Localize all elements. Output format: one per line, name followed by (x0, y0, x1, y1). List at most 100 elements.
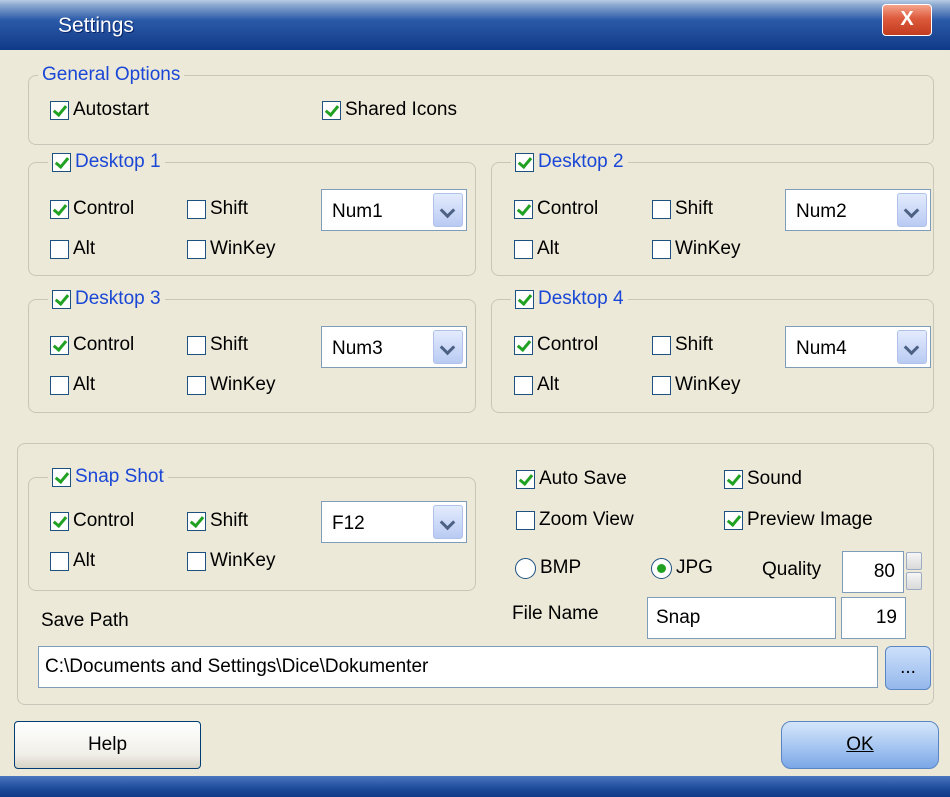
desktop-4-winkey-checkbox[interactable]: WinKey (652, 373, 740, 397)
snapshot-alt-checkbox[interactable]: Alt (50, 549, 95, 573)
desktop-1-legend[interactable]: Desktop 1 (48, 151, 165, 173)
chevron-down-icon[interactable] (897, 330, 927, 364)
alt-label: Alt (73, 374, 96, 395)
select-value: Num2 (796, 201, 847, 222)
chevron-down-icon[interactable] (433, 193, 463, 227)
select-value: F12 (332, 513, 365, 534)
checkbox-icon (187, 511, 206, 531)
help-button-label: Help (87, 734, 128, 755)
desktop-1-shift-checkbox[interactable]: Shift (187, 197, 248, 221)
desktop-1-key-select[interactable]: Num1 (321, 189, 467, 231)
save-path-input[interactable]: C:\Documents and Settings\Dice\Dokumente… (38, 646, 878, 688)
checkbox-icon (515, 289, 534, 309)
desktop-3-shift-checkbox[interactable]: Shift (187, 333, 248, 357)
control-label: Control (537, 198, 599, 219)
radio-icon (515, 557, 536, 579)
autostart-checkbox[interactable]: Autostart (50, 98, 149, 122)
file-counter-input[interactable]: 19 (841, 597, 906, 639)
desktop-4-label: Desktop 4 (538, 288, 624, 309)
control-label: Control (73, 510, 135, 531)
checkbox-icon (50, 100, 69, 120)
checkbox-icon (652, 239, 671, 259)
desktop-2-winkey-checkbox[interactable]: WinKey (652, 237, 740, 261)
select-value: Num4 (796, 338, 847, 359)
desktop-3-control-checkbox[interactable]: Control (50, 333, 134, 357)
checkbox-icon (652, 335, 671, 355)
quality-down-button[interactable] (906, 572, 922, 590)
desktop-1-winkey-checkbox[interactable]: WinKey (187, 237, 275, 261)
checkbox-icon (52, 289, 71, 309)
help-button[interactable]: Help (14, 721, 201, 769)
desktop-2-label: Desktop 2 (538, 151, 624, 172)
alt-label: Alt (537, 238, 560, 259)
zoom-view-checkbox[interactable]: Zoom View (516, 508, 634, 532)
general-options-legend: General Options (38, 64, 185, 86)
desktop-1-alt-checkbox[interactable]: Alt (50, 237, 95, 261)
checkbox-icon (724, 510, 743, 530)
desktop-3-winkey-checkbox[interactable]: WinKey (187, 373, 275, 397)
ok-button[interactable]: OK (781, 721, 939, 769)
title-bar[interactable]: Settings X (0, 0, 950, 50)
checkbox-icon (514, 375, 533, 395)
checkbox-icon (514, 239, 533, 259)
desktop-3-key-select[interactable]: Num3 (321, 326, 467, 368)
desktop-2-shift-checkbox[interactable]: Shift (652, 197, 713, 221)
window-bottom-border (0, 776, 950, 797)
desktop-4-alt-checkbox[interactable]: Alt (514, 373, 559, 397)
checkbox-icon (652, 375, 671, 395)
checkbox-icon (50, 239, 69, 259)
desktop-2-control-checkbox[interactable]: Control (514, 197, 598, 221)
desktop-4-shift-checkbox[interactable]: Shift (652, 333, 713, 357)
snapshot-shift-checkbox[interactable]: Shift (187, 509, 248, 533)
desktop-1-control-checkbox[interactable]: Control (50, 197, 134, 221)
desktop-3-alt-checkbox[interactable]: Alt (50, 373, 95, 397)
checkbox-icon (52, 152, 71, 172)
checkbox-icon (50, 511, 69, 531)
snapshot-legend[interactable]: Snap Shot (48, 466, 168, 488)
checkbox-icon (514, 199, 533, 219)
checkbox-icon (516, 510, 535, 530)
sound-checkbox[interactable]: Sound (724, 467, 802, 491)
snapshot-key-select[interactable]: F12 (321, 501, 467, 543)
checkbox-icon (50, 199, 69, 219)
quality-input[interactable]: 80 (842, 551, 904, 593)
file-name-input[interactable]: Snap (647, 597, 836, 639)
shift-label: Shift (210, 334, 249, 355)
desktop-4-key-select[interactable]: Num4 (785, 326, 931, 368)
snapshot-winkey-checkbox[interactable]: WinKey (187, 549, 275, 573)
chevron-down-icon[interactable] (433, 505, 463, 539)
desktop-2-key-select[interactable]: Num2 (785, 189, 931, 231)
winkey-label: WinKey (675, 238, 741, 259)
auto-save-checkbox[interactable]: Auto Save (516, 467, 627, 491)
control-label: Control (73, 334, 135, 355)
shared-icons-label: Shared Icons (345, 99, 457, 120)
jpg-label: JPG (676, 557, 713, 578)
shift-label: Shift (210, 510, 249, 531)
close-button[interactable]: X (882, 4, 932, 36)
desktop-2-legend[interactable]: Desktop 2 (511, 151, 628, 173)
jpg-radio[interactable]: JPG (651, 556, 713, 580)
browse-icon: ... (900, 657, 916, 678)
chevron-down-icon[interactable] (897, 193, 927, 227)
winkey-label: WinKey (210, 238, 276, 259)
bmp-radio[interactable]: BMP (515, 556, 581, 580)
preview-image-checkbox[interactable]: Preview Image (724, 508, 873, 532)
desktop-4-legend[interactable]: Desktop 4 (511, 288, 628, 310)
winkey-label: WinKey (210, 374, 276, 395)
zoom-view-label: Zoom View (539, 509, 634, 530)
browse-button[interactable]: ... (885, 646, 931, 690)
checkbox-icon (322, 100, 341, 120)
desktop-4-control-checkbox[interactable]: Control (514, 333, 598, 357)
desktop-3-legend[interactable]: Desktop 3 (48, 288, 165, 310)
select-value: Num1 (332, 201, 383, 222)
snapshot-control-checkbox[interactable]: Control (50, 509, 134, 533)
checkbox-icon (516, 469, 535, 489)
window-title: Settings (58, 14, 134, 37)
desktop-2-alt-checkbox[interactable]: Alt (514, 237, 559, 261)
shared-icons-checkbox[interactable]: Shared Icons (322, 98, 457, 122)
checkbox-icon (187, 199, 206, 219)
quality-value: 80 (873, 561, 895, 582)
quality-up-button[interactable] (906, 552, 922, 570)
chevron-down-icon[interactable] (433, 330, 463, 364)
checkbox-icon (187, 551, 206, 571)
